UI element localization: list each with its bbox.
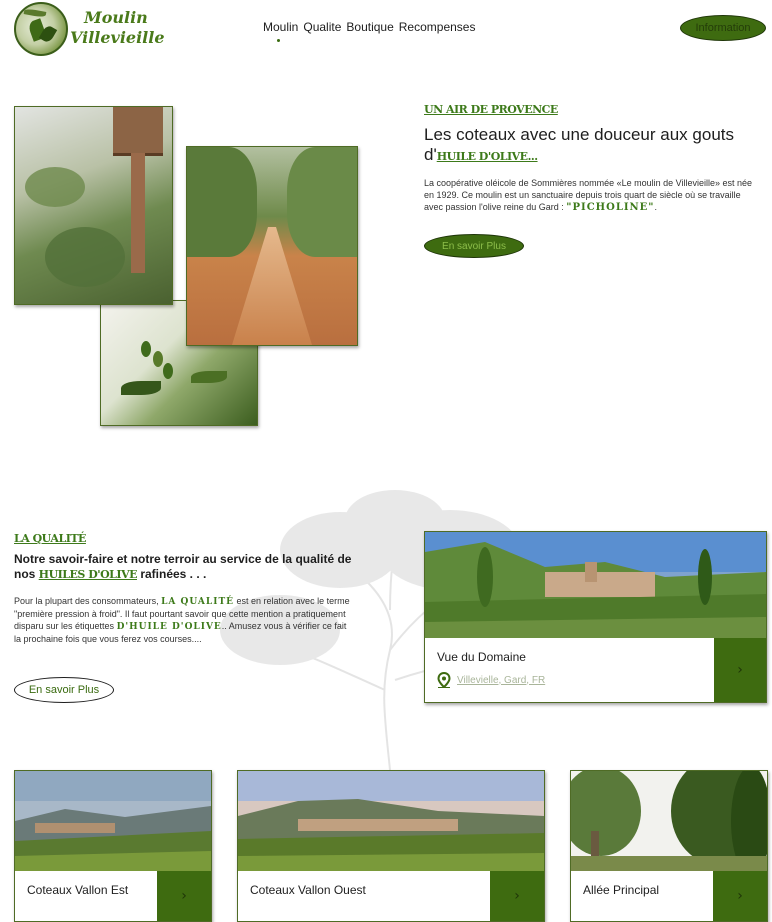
olive-oil-highlight: d'Huile d'Olive [116, 622, 222, 632]
logo-line-2: Villevieille [70, 28, 165, 47]
olive-alley-photo [186, 146, 358, 346]
nav-item-boutique[interactable]: Boutique [346, 20, 393, 38]
intro-more-button[interactable]: En savoir Plus [424, 234, 524, 258]
nav-item-recompenses[interactable]: Recompenses [399, 20, 476, 38]
quality-paragraph-text-1: Pour la plupart des consommateurs, [14, 596, 162, 606]
card-arrow-coteaux-vallon-est[interactable]: › [157, 871, 211, 921]
card-title-coteaux-vallon-ouest: Coteaux Vallon Ouest [250, 883, 366, 897]
domain-card[interactable]: Vue du Domaine Villevielle, Gard, FR › [424, 531, 767, 703]
quality-title: Notre savoir-faire et notre terroir au s… [14, 552, 354, 582]
domain-card-arrow[interactable]: › [714, 638, 766, 702]
card-title-coteaux-vallon-est: Coteaux Vallon Est [27, 883, 129, 897]
intro-eyebrow: UN AIR DE PROVENCE [424, 103, 558, 116]
logo-line-1: Moulin [84, 8, 148, 27]
information-button[interactable]: Information [680, 15, 766, 41]
quality-title-highlight[interactable]: HUILES D'OLIVE [39, 568, 138, 581]
map-pin-icon [437, 672, 451, 688]
domain-location[interactable]: Villevielle, Gard, FR [437, 672, 545, 688]
card-arrow-allee-principal[interactable]: › [713, 871, 767, 921]
coteaux-vallon-est-photo [15, 771, 211, 871]
active-nav-indicator [277, 39, 280, 42]
main-nav: Moulin Qualite Boutique Recompenses [263, 20, 475, 38]
olive-tree-birdhouse-photo [14, 106, 173, 305]
card-coteaux-vallon-ouest[interactable]: Coteaux Vallon Ouest › [237, 770, 545, 922]
domain-card-title: Vue du Domaine [437, 650, 526, 664]
logo-emblem[interactable] [14, 2, 68, 56]
intro-title: Les coteaux avec une douceur aux gouts d… [424, 125, 754, 167]
card-title-allee-principal: Allée Principal [583, 883, 660, 897]
domain-photo [425, 532, 766, 638]
coteaux-vallon-ouest-photo [238, 771, 544, 871]
quality-eyebrow: LA QUALITÉ [14, 532, 86, 545]
quality-more-button[interactable]: En savoir Plus [14, 677, 114, 703]
intro-paragraph-end: . [654, 202, 658, 212]
quality-highlight: la qualité [161, 597, 235, 607]
logo-text[interactable]: Moulin Villevieille [66, 8, 170, 48]
allee-principal-photo [571, 771, 767, 871]
card-arrow-coteaux-vallon-ouest[interactable]: › [490, 871, 544, 921]
nav-item-qualite[interactable]: Qualite [303, 20, 341, 38]
intro-title-highlight[interactable]: HUILE D'OLIVE... [437, 150, 538, 163]
quality-title-end: rafinées . . . [136, 567, 207, 581]
quality-paragraph: Pour la plupart des consommateurs, la qu… [14, 595, 350, 645]
domain-location-text: Villevielle, Gard, FR [457, 674, 546, 686]
nav-item-moulin[interactable]: Moulin [263, 20, 298, 38]
picholine-highlight: "Picholine" [566, 202, 655, 213]
intro-paragraph: La coopérative oléicole de Sommières nom… [424, 177, 762, 214]
card-allee-principal[interactable]: Allée Principal › [570, 770, 768, 922]
card-coteaux-vallon-est[interactable]: Coteaux Vallon Est › [14, 770, 212, 922]
